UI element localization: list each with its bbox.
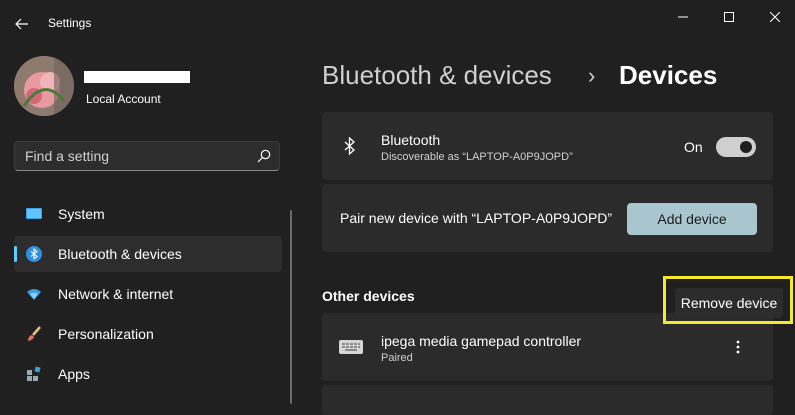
minimize-icon [678, 16, 688, 18]
more-options-button[interactable] [726, 335, 750, 359]
avatar-image [14, 56, 74, 116]
device-name: ipega media gamepad controller [381, 333, 582, 349]
apps-icon [27, 366, 41, 381]
close-button[interactable] [752, 4, 795, 30]
nav-item-label: Network & internet [58, 286, 174, 302]
bluetooth-state-label: On [684, 139, 703, 155]
add-device-button[interactable]: Add device [627, 203, 757, 235]
bluetooth-discoverable-text: Discoverable as “LAPTOP-A0P9JOPD” [381, 151, 573, 163]
search-icon[interactable] [257, 149, 271, 163]
bluetooth-card: Bluetooth Discoverable as “LAPTOP-A0P9JO… [322, 112, 773, 180]
bluetooth-toggle[interactable] [716, 137, 756, 157]
nav-item-label: System [58, 206, 105, 222]
app-title: Settings [48, 16, 92, 30]
pair-device-card: Pair new device with “LAPTOP-A0P9JOPD” A… [322, 184, 773, 252]
wifi-icon [27, 289, 41, 300]
user-name-redacted [84, 71, 190, 83]
monitor-icon [26, 208, 42, 219]
nav-item-label: Personalization [58, 326, 154, 342]
breadcrumb-chevron-icon: › [588, 63, 596, 88]
nav-item-label: Bluetooth & devices [58, 246, 182, 262]
close-icon [770, 12, 780, 22]
other-devices-heading: Other devices [322, 288, 415, 304]
more-options-icon [736, 340, 740, 354]
nav-item-apps[interactable]: Apps [14, 356, 282, 392]
nav-item-network[interactable]: Network & internet [14, 276, 282, 312]
bluetooth-title: Bluetooth [381, 132, 441, 148]
device-list-item[interactable] [322, 385, 773, 415]
minimize-button[interactable] [660, 4, 706, 30]
avatar [14, 56, 74, 116]
nav-item-personalization[interactable]: Personalization [14, 316, 282, 352]
maximize-icon [724, 12, 734, 22]
device-status: Paired [381, 352, 413, 364]
nav-scrollbar[interactable] [290, 210, 292, 404]
search-input[interactable] [25, 142, 245, 170]
back-button[interactable] [8, 10, 36, 38]
back-arrow-icon [15, 18, 28, 30]
pair-device-text: Pair new device with “LAPTOP-A0P9JOPD” [340, 210, 613, 226]
account-type-label: Local Account [86, 92, 161, 106]
toggle-knob [740, 141, 752, 153]
page-title: Devices [619, 60, 718, 90]
search-box [14, 141, 280, 171]
selection-indicator [14, 246, 17, 262]
keyboard-icon [339, 340, 363, 354]
bluetooth-icon [344, 137, 355, 155]
nav-item-bluetooth[interactable]: Bluetooth & devices [14, 236, 282, 272]
maximize-button[interactable] [706, 4, 752, 30]
paintbrush-icon [28, 326, 41, 341]
nav-item-label: Apps [58, 366, 90, 382]
nav-item-system[interactable]: System [14, 196, 282, 232]
bluetooth-icon [26, 246, 42, 262]
breadcrumb-parent[interactable]: Bluetooth & devices [322, 60, 552, 91]
highlight-box [663, 276, 793, 324]
